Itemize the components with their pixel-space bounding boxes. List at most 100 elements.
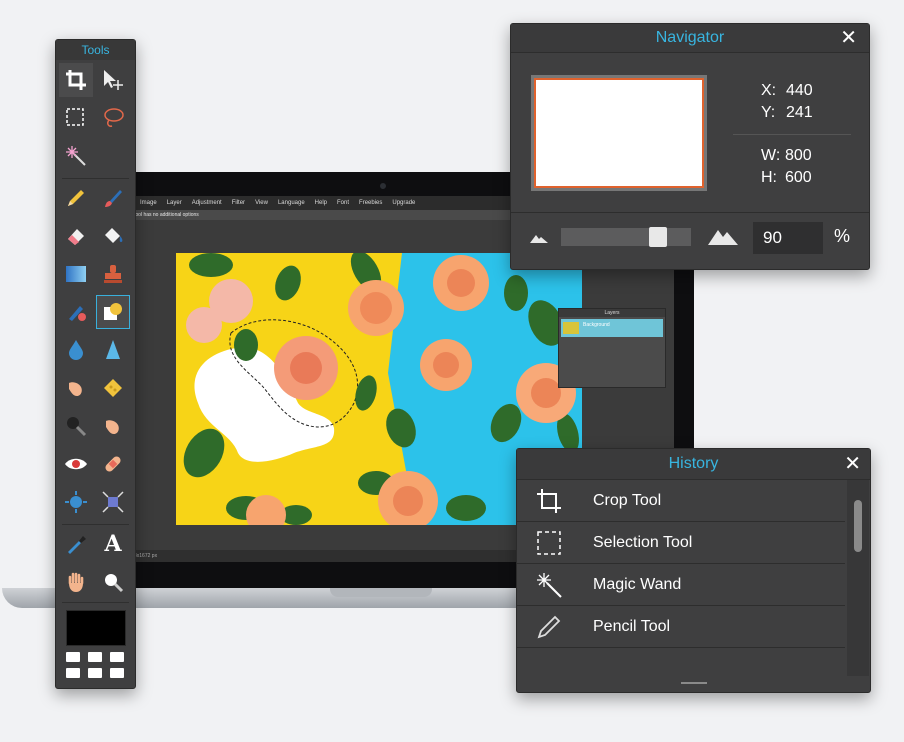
menu-adjustment[interactable]: Adjustment <box>192 200 222 206</box>
menu-freebies[interactable]: Freebies <box>359 200 382 206</box>
tools-title: Tools <box>56 40 135 60</box>
stamp-icon <box>104 265 122 283</box>
stamp-tool-button[interactable] <box>96 257 130 291</box>
menu-font[interactable]: Font <box>337 200 349 206</box>
history-close-icon[interactable]: ✕ <box>844 454 861 474</box>
pencil-icon <box>68 190 84 206</box>
menu-filter[interactable]: Filter <box>232 200 245 206</box>
foreground-color-swatch[interactable] <box>66 610 126 646</box>
history-item-label: Pencil Tool <box>593 617 671 635</box>
zoom-out-mountain-icon[interactable] <box>529 232 549 244</box>
type-tool-button[interactable]: A <box>96 527 130 561</box>
zoom-percent-input[interactable] <box>753 222 823 254</box>
layer-thumbnail <box>563 322 579 334</box>
smudge-tool-button[interactable] <box>59 371 93 405</box>
eye-icon <box>65 458 87 470</box>
history-item[interactable]: Magic Wand <box>517 564 845 606</box>
type-icon: A <box>104 531 122 557</box>
lasso-tool-button[interactable] <box>96 101 130 135</box>
tools-divider <box>62 178 129 179</box>
sponge-tool-button[interactable] <box>96 371 130 405</box>
crop-tool-button[interactable] <box>59 63 93 97</box>
history-resize-grip[interactable] <box>681 682 707 684</box>
crop-icon <box>66 70 86 90</box>
color-replace-icon <box>69 306 86 321</box>
tools-panel: Tools A <box>55 39 136 689</box>
magic-wand-icon <box>537 572 562 598</box>
magic-wand-icon <box>66 146 86 166</box>
tools-divider <box>62 524 129 525</box>
layer-row[interactable]: Background <box>561 319 663 337</box>
gradient-icon <box>66 266 86 282</box>
navigator-header: Navigator <box>511 24 869 53</box>
menu-view[interactable]: View <box>255 200 268 206</box>
menu-image[interactable]: Image <box>140 200 157 206</box>
navigator-title: Navigator <box>655 29 725 46</box>
navigator-bottom-separator <box>511 212 869 213</box>
eraser-icon <box>68 229 84 245</box>
color-replace-tool-button[interactable] <box>59 295 93 329</box>
eraser-tool-button[interactable] <box>59 219 93 253</box>
dodge-tool-button[interactable] <box>59 409 93 443</box>
laptop-camera <box>380 183 386 189</box>
navigator-close-icon[interactable]: ✕ <box>840 28 857 48</box>
gradient-tool-button[interactable] <box>59 257 93 291</box>
shape-tool-button[interactable] <box>96 295 130 329</box>
menu-upgrade[interactable]: Upgrade <box>392 200 415 206</box>
spot-heal-tool-button[interactable] <box>96 447 130 481</box>
drop-icon <box>69 340 83 360</box>
sharpen-icon <box>106 340 120 359</box>
history-item[interactable]: Crop Tool <box>517 480 845 522</box>
brush-tool-button[interactable] <box>96 181 130 215</box>
navigator-preview[interactable] <box>534 78 704 188</box>
color-picker-tool-button[interactable] <box>59 527 93 561</box>
nav-y-label: Y: <box>761 104 776 121</box>
zoom-tool-button[interactable] <box>96 565 130 599</box>
shape-icon <box>104 303 122 320</box>
magic-wand-tool-button[interactable] <box>59 139 93 173</box>
brush-icon <box>105 190 122 207</box>
eyedropper-icon <box>68 536 86 554</box>
blur-tool-button[interactable] <box>59 333 93 367</box>
move-tool-button[interactable] <box>96 63 130 97</box>
history-item[interactable]: Pencil Tool <box>517 606 845 648</box>
nav-h-label: H: <box>761 169 777 186</box>
zoom-slider-thumb[interactable] <box>649 227 667 247</box>
mini-layers-panel: Layers Background <box>558 308 666 388</box>
marquee-tool-button[interactable] <box>59 101 93 135</box>
history-scrollbar-thumb[interactable] <box>854 500 862 552</box>
pencil-tool-button[interactable] <box>59 181 93 215</box>
pinch-tool-button[interactable] <box>96 485 130 519</box>
burn-tool-button[interactable] <box>96 409 130 443</box>
bloat-tool-button[interactable] <box>59 485 93 519</box>
history-item-label: Magic Wand <box>593 575 682 593</box>
nav-w-value: 800 <box>785 147 812 164</box>
hand-icon <box>68 572 84 592</box>
marquee-icon <box>66 108 84 126</box>
fill-tool-button[interactable] <box>96 219 130 253</box>
hand-tool-button[interactable] <box>59 565 93 599</box>
zoom-in-mountain-icon[interactable] <box>707 226 739 246</box>
selection-icon <box>537 530 561 555</box>
mini-layers-title: Layers <box>559 309 665 317</box>
dodge-icon <box>67 417 87 437</box>
menu-language[interactable]: Language <box>278 200 305 206</box>
zoom-icon <box>105 574 124 593</box>
nav-x-value: 440 <box>786 82 813 99</box>
bucket-icon <box>105 228 123 243</box>
navigator-separator <box>733 134 851 135</box>
history-item-label: Selection Tool <box>593 533 693 551</box>
menu-layer[interactable]: Layer <box>167 200 182 206</box>
navigator-panel: Navigator ✕ X: 440 Y: 241 W: 800 H: 600 … <box>510 23 870 270</box>
sharpen-tool-button[interactable] <box>96 333 130 367</box>
zoom-slider[interactable] <box>561 227 691 247</box>
history-item[interactable]: Selection Tool <box>517 522 845 564</box>
red-eye-tool-button[interactable] <box>59 447 93 481</box>
layer-name: Background <box>583 322 610 328</box>
pencil-icon <box>537 615 561 638</box>
bloat-icon <box>65 491 87 513</box>
move-icon <box>104 70 123 90</box>
tool-grid-icon[interactable] <box>66 652 124 680</box>
menu-help[interactable]: Help <box>315 200 327 206</box>
history-panel: History ✕ Crop Tool Selection Tool Magic… <box>516 448 871 693</box>
